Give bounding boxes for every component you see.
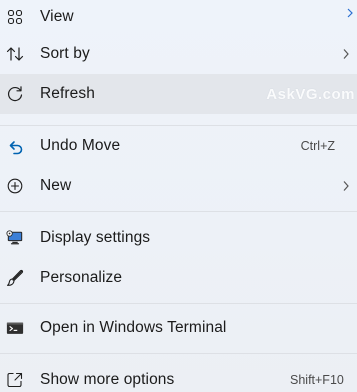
sort-arrows-icon — [6, 45, 24, 63]
personalize-brush-icon — [6, 269, 24, 287]
menu-item-label: New — [40, 177, 72, 194]
chevron-right-icon — [341, 48, 351, 60]
view-grid-icon — [6, 8, 24, 26]
menu-item-undo-move[interactable]: Undo Move Ctrl+Z — [0, 126, 357, 166]
show-more-options-icon — [6, 371, 24, 389]
menu-item-label: Open in Windows Terminal — [40, 319, 227, 336]
menu-item-label: Show more options — [40, 371, 175, 388]
separator — [0, 353, 357, 354]
menu-item-new[interactable]: New — [0, 166, 357, 206]
desktop-context-menu: View Sort by Refresh AskVG.com Undo Move… — [0, 0, 357, 392]
menu-item-label: Display settings — [40, 229, 151, 246]
menu-item-sort-by[interactable]: Sort by — [0, 34, 357, 74]
menu-item-label: Undo Move — [40, 137, 121, 154]
chevron-right-icon — [341, 180, 351, 192]
menu-item-display-settings[interactable]: Display settings — [0, 218, 357, 258]
chevron-right-icon — [345, 7, 355, 19]
menu-item-open-in-windows-terminal[interactable]: Open in Windows Terminal — [0, 308, 357, 348]
terminal-icon — [6, 319, 24, 337]
separator — [0, 211, 357, 212]
menu-item-label: Refresh — [40, 85, 95, 102]
menu-item-refresh[interactable]: Refresh AskVG.com — [0, 74, 357, 114]
menu-item-label: Personalize — [40, 269, 123, 286]
undo-icon — [6, 137, 24, 155]
menu-item-personalize[interactable]: Personalize — [0, 258, 357, 298]
refresh-icon — [6, 85, 24, 103]
shortcut-text: Shift+F10 — [290, 373, 344, 387]
menu-item-view[interactable]: View — [0, 0, 357, 37]
watermark: AskVG.com — [266, 85, 355, 103]
menu-item-show-more-options[interactable]: Show more options Shift+F10 — [0, 360, 357, 392]
separator — [0, 303, 357, 304]
new-plus-icon — [6, 177, 24, 195]
menu-item-label: View — [40, 8, 74, 25]
menu-item-label: Sort by — [40, 45, 90, 62]
shortcut-text: Ctrl+Z — [300, 139, 335, 153]
display-settings-icon — [6, 229, 24, 247]
